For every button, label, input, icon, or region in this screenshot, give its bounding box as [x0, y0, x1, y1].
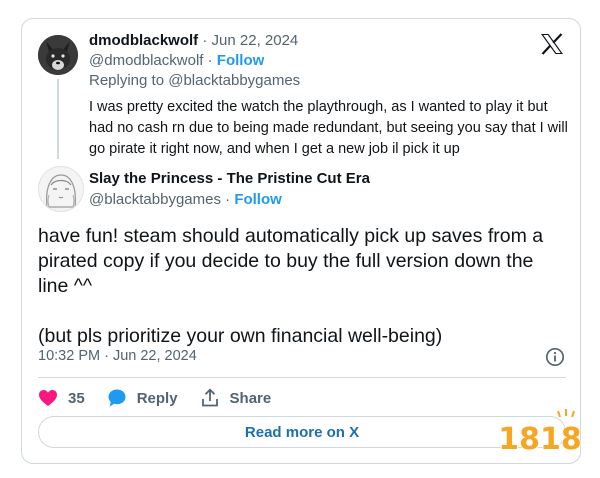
- follow-button-parent[interactable]: Follow: [217, 52, 265, 69]
- wolf-avatar-icon: [38, 35, 78, 75]
- like-count: 35: [68, 389, 85, 407]
- info-icon[interactable]: [545, 347, 565, 367]
- reply-text-paragraph: have fun! steam should automatically pic…: [38, 225, 544, 297]
- reply-tweet-text: have fun! steam should automatically pic…: [38, 224, 558, 349]
- reply-button[interactable]: Reply: [107, 388, 178, 408]
- reply-label: Reply: [136, 389, 178, 407]
- replying-to-line: Replying to @blacktabbygames: [89, 72, 300, 89]
- separator: ·: [202, 32, 208, 49]
- replying-to-prefix: Replying to: [89, 72, 165, 89]
- x-logo-icon[interactable]: [540, 33, 564, 55]
- parent-display-name[interactable]: dmodblackwolf: [89, 32, 198, 49]
- divider: [38, 377, 566, 378]
- tweet-actions-bar: 35 Reply Share: [38, 387, 293, 409]
- separator: ·: [207, 52, 213, 69]
- parent-tweet-header: dmodblackwolf · Jun 22, 2024: [89, 31, 298, 51]
- reply-display-name[interactable]: Slay the Princess - The Pristine Cut Era: [89, 170, 370, 187]
- reply-tweet-header: Slay the Princess - The Pristine Cut Era: [89, 169, 370, 189]
- speech-bubble-icon: [108, 389, 126, 407]
- share-icon: [201, 388, 218, 407]
- parent-handle[interactable]: @dmodblackwolf: [89, 52, 203, 69]
- parent-handle-row: @dmodblackwolf · Follow: [89, 51, 264, 71]
- princess-avatar-icon: [39, 167, 83, 211]
- reply-handle[interactable]: @blacktabbygames: [89, 191, 221, 208]
- site-watermark-logo: 1818: [498, 409, 583, 458]
- avatar-blacktabbygames[interactable]: [38, 166, 84, 212]
- share-button[interactable]: Share: [200, 388, 272, 408]
- reply-text-paragraph: (but pls prioritize your own financial w…: [38, 325, 443, 347]
- parent-date[interactable]: Jun 22, 2024: [212, 32, 299, 49]
- tweet-timestamp[interactable]: 10:32 PM · Jun 22, 2024: [38, 348, 197, 364]
- like-button[interactable]: 35: [38, 389, 85, 407]
- thread-connector-line: [57, 79, 59, 159]
- embedded-tweet-card: dmodblackwolf · Jun 22, 2024 @dmodblackw…: [21, 18, 581, 464]
- sparkle-icon: [557, 409, 575, 418]
- reply-handle-row: @blacktabbygames · Follow: [89, 190, 282, 210]
- follow-button-reply[interactable]: Follow: [234, 191, 282, 208]
- separator: ·: [225, 191, 231, 208]
- read-more-on-x-button[interactable]: Read more on X: [38, 416, 566, 448]
- parent-tweet-text: I was pretty excited the watch the playt…: [89, 99, 568, 157]
- share-label: Share: [229, 389, 272, 407]
- replying-to-handle[interactable]: @blacktabbygames: [168, 72, 300, 89]
- watermark-text: 1818: [498, 422, 582, 457]
- heart-icon: [39, 390, 57, 406]
- avatar-dmodblackwolf[interactable]: [38, 35, 78, 75]
